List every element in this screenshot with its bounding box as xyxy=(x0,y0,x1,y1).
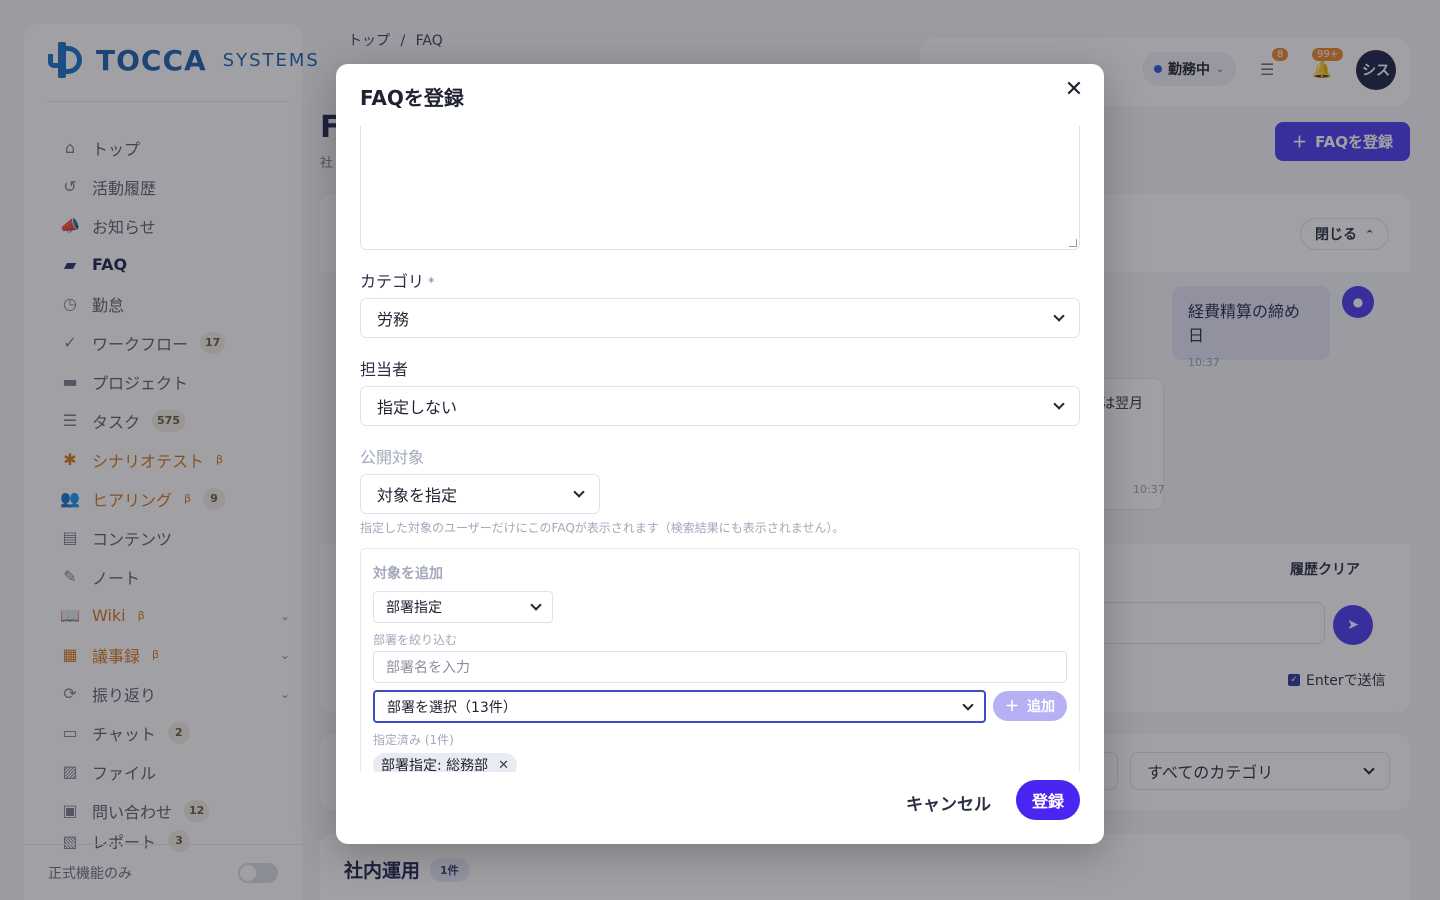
modal-footer: キャンセル 登録 xyxy=(336,772,1104,844)
chevron-down-icon xyxy=(573,486,585,498)
audience-select-value: 対象を指定 xyxy=(377,486,458,505)
target-type-select[interactable]: 部署指定 xyxy=(373,591,553,623)
audience-label: 公開対象 xyxy=(360,448,425,467)
assignee-label: 担当者 xyxy=(360,360,409,379)
remove-icon[interactable]: ✕ xyxy=(498,758,509,773)
category-select-value: 労務 xyxy=(377,310,410,329)
assigned-chip-text: 部署指定: 総務部 xyxy=(381,758,489,772)
category-select[interactable]: 労務 xyxy=(360,298,1080,338)
chevron-down-icon xyxy=(1053,398,1065,410)
assignee-select[interactable]: 指定しない xyxy=(360,386,1080,426)
assigned-label: 指定済み (1件) xyxy=(373,733,454,747)
category-label-text: カテゴリ xyxy=(360,272,425,291)
submit-button[interactable]: 登録 xyxy=(1016,780,1080,820)
chevron-down-icon xyxy=(1053,310,1065,322)
audience-help-text: 指定した対象のユーザーだけにこのFAQが表示されます（検索結果にも表示されません… xyxy=(360,521,845,535)
target-type-value: 部署指定 xyxy=(386,600,442,616)
chevron-down-icon xyxy=(962,698,974,711)
chevron-down-icon xyxy=(530,599,542,611)
dept-filter-input[interactable]: 部署名を入力 xyxy=(373,651,1067,683)
modal-title: FAQを登録 xyxy=(360,86,464,110)
resize-handle[interactable] xyxy=(1069,239,1077,247)
modal-body: カテゴリ * 労務 担当者 指定しない 公開対象 対象を指定 指定した対象のユーザ… xyxy=(360,126,1080,772)
faq-register-modal: FAQを登録 ✕ カテゴリ * 労務 担当者 指定しない 公開対象 対象を指定 指… xyxy=(336,64,1104,844)
close-icon[interactable]: ✕ xyxy=(1062,78,1086,102)
assignee-select-value: 指定しない xyxy=(377,398,458,417)
add-target-title: 対象を追加 xyxy=(373,566,443,582)
audience-select[interactable]: 対象を指定 xyxy=(360,474,600,514)
category-label: カテゴリ * xyxy=(360,268,435,292)
answer-textarea[interactable] xyxy=(360,126,1080,250)
add-target-button-label: 追加 xyxy=(1027,699,1055,715)
add-target-panel: 対象を追加 部署指定 部署を絞り込む 部署名を入力 部署を選択（13件） ＋ 追… xyxy=(360,548,1080,772)
assigned-chip: 部署指定: 総務部 ✕ xyxy=(373,753,518,773)
dept-filter-label: 部署を絞り込む xyxy=(373,633,458,647)
cancel-button[interactable]: キャンセル xyxy=(906,790,991,815)
dept-select[interactable]: 部署を選択（13件） xyxy=(373,690,986,723)
plus-icon: ＋ xyxy=(1005,699,1019,715)
required-mark: * xyxy=(428,276,435,291)
dept-select-value: 部署を選択（13件） xyxy=(387,699,517,716)
add-target-button[interactable]: ＋ 追加 xyxy=(993,691,1067,721)
